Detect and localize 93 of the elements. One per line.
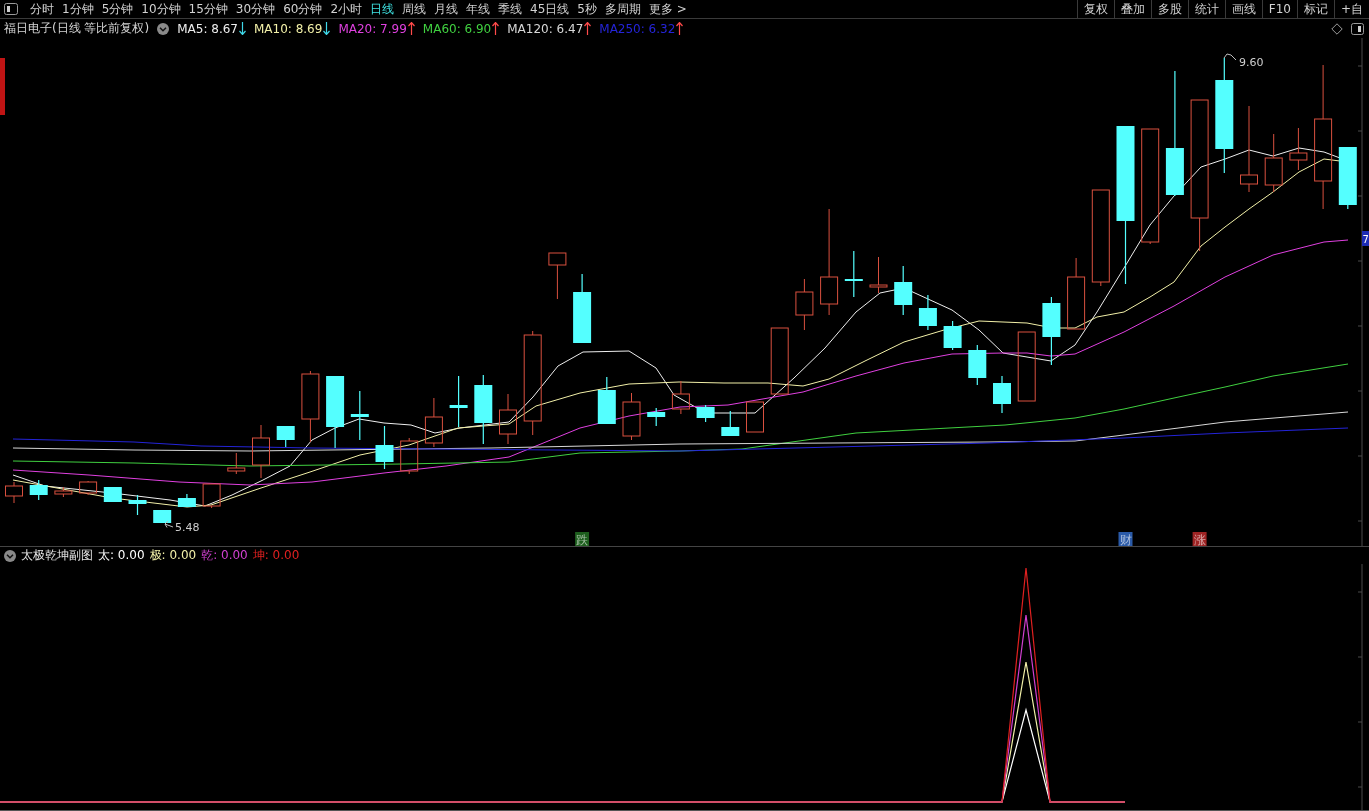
period-tab[interactable]: 2小时 [326, 0, 367, 18]
candlestick [1042, 296, 1061, 366]
candlestick [474, 374, 493, 445]
diamond-icon[interactable] [1331, 22, 1343, 35]
toolbar-button[interactable]: F10 [1261, 0, 1297, 18]
moving-average-value: MA120: 6.47 [507, 21, 584, 36]
candlestick [671, 380, 690, 415]
toolbar-button[interactable]: 画线 [1224, 0, 1262, 18]
signal-tag: 跌 [575, 532, 590, 546]
toolbar-button[interactable]: 叠加 [1113, 0, 1151, 18]
period-tab[interactable]: 周线 [398, 0, 431, 18]
moving-average-value: MA10: 8.69 [253, 21, 323, 36]
candlestick [597, 376, 616, 425]
period-tab[interactable]: 日线 [366, 0, 399, 18]
candlestick [721, 410, 740, 437]
indicator-value: 坤: 0.00 [252, 547, 300, 564]
signal-tag: 涨 [1192, 532, 1207, 546]
period-tab[interactable]: 年线 [462, 0, 495, 18]
candlestick [943, 320, 962, 351]
toolbar-button[interactable]: 统计 [1187, 0, 1225, 18]
indicator-title: 太极乾坤副图 [21, 547, 93, 564]
period-tab[interactable]: 5分钟 [97, 0, 138, 18]
indicator-value: 乾: 0.00 [201, 547, 248, 564]
candlestick [400, 437, 419, 475]
candlestick [103, 486, 122, 503]
toolbar-button[interactable]: +自 [1333, 0, 1369, 18]
period-tab[interactable]: 多周期 [600, 0, 645, 18]
stock-title: 福日电子(日线 等比前复权) [4, 20, 150, 37]
candlestick [647, 407, 666, 427]
candlestick [894, 265, 913, 316]
candlestick [5, 481, 23, 504]
chevron-down-icon[interactable] [157, 22, 170, 35]
candlestick [746, 401, 764, 433]
indicator-value: 太: 0.00 [98, 547, 145, 564]
candlestick [993, 375, 1011, 414]
period-tab[interactable]: 月线 [430, 0, 463, 18]
indicator-value: 极: 0.00 [149, 547, 197, 564]
chevron-down-icon[interactable] [4, 549, 16, 562]
moving-average-value: MA5: 8.67 [177, 21, 238, 36]
candlestick [449, 375, 468, 428]
candlestick [375, 425, 394, 470]
toolbar-button[interactable]: 标记 [1296, 0, 1334, 18]
candlestick [227, 452, 246, 475]
candlestick [79, 480, 98, 496]
period-tab[interactable]: 60分钟 [279, 0, 327, 18]
candlestick [968, 344, 987, 386]
candlestick [918, 294, 937, 331]
period-tab[interactable]: 季线 [494, 0, 527, 18]
candlestick [770, 327, 789, 395]
toolbar-button[interactable]: 复权 [1076, 0, 1114, 18]
leader-line [164, 520, 174, 528]
moving-average-value: MA60: 6.90 [422, 21, 492, 36]
price-tag: 7 [1362, 231, 1369, 246]
candlestick [573, 273, 592, 344]
candlestick [1289, 127, 1308, 171]
candlestick [696, 404, 715, 423]
candlestick [177, 493, 196, 508]
period-tab[interactable]: 10分钟 [137, 0, 185, 18]
period-tab[interactable]: 分时 [26, 0, 58, 18]
candlestick [202, 483, 221, 509]
period-tab[interactable]: 更多 > [644, 0, 691, 18]
period-tab[interactable]: 1分钟 [58, 0, 98, 18]
period-tab[interactable]: 45日线 [526, 0, 574, 18]
toolbar-button[interactable]: 多股 [1150, 0, 1188, 18]
candlestick [350, 390, 369, 441]
position-marker [0, 58, 5, 115]
candlestick [795, 278, 814, 331]
period-tab[interactable]: 30分钟 [231, 0, 280, 18]
signal-tag: 财 [1118, 532, 1133, 546]
candlestick [128, 494, 147, 516]
candlestick [252, 424, 270, 479]
candlestick [844, 250, 863, 298]
candlestick [1338, 146, 1357, 210]
candlestick [869, 256, 888, 294]
candlestick [424, 397, 443, 448]
candlestick [276, 425, 295, 448]
candlestick [1264, 133, 1283, 193]
candlestick [29, 479, 48, 501]
high-price-label: 9.60 [1239, 56, 1264, 69]
period-tab[interactable]: 15分钟 [184, 0, 232, 18]
moving-average-value: MA20: 7.99 [338, 21, 407, 36]
sidebar-icon[interactable] [4, 3, 18, 15]
leader-line [1223, 53, 1237, 61]
moving-average-value: MA250: 6.32 [599, 21, 676, 36]
candlestick [499, 393, 517, 445]
candlestick [1017, 331, 1036, 402]
candlestick [153, 509, 172, 524]
low-price-label: 5.48 [175, 521, 200, 534]
candlestick [54, 486, 73, 498]
sidebar-icon[interactable] [1351, 22, 1364, 35]
candlestick [548, 252, 567, 300]
candlestick [622, 392, 641, 441]
period-tab[interactable]: 5秒 [573, 0, 601, 18]
